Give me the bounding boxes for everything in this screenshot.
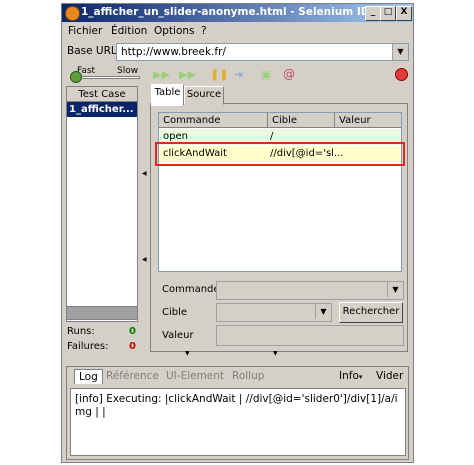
- vertical-splitter[interactable]: ◀ ◀: [142, 86, 147, 352]
- base-url-value: http://www.breek.fr/: [121, 46, 226, 58]
- speed-slow-label: Slow: [117, 66, 139, 76]
- failures-label: Failures:: [67, 341, 109, 352]
- info-menu[interactable]: Info▾: [339, 370, 362, 382]
- command-label: Commande: [162, 284, 220, 295]
- tab-log[interactable]: Log: [74, 369, 103, 384]
- play-current-icon[interactable]: ▶▶: [179, 68, 196, 81]
- find-button[interactable]: Rechercher: [339, 302, 403, 323]
- tab-ui-element[interactable]: UI-Element: [166, 370, 224, 382]
- clear-log-button[interactable]: Vider: [376, 370, 403, 382]
- test-case-panel: [66, 86, 138, 322]
- column-header-cible[interactable]: Cible: [268, 113, 335, 128]
- highlight-box: [155, 142, 405, 166]
- menu-help[interactable]: ?: [201, 25, 207, 37]
- collapse-down-icon-2[interactable]: ▼: [273, 350, 278, 357]
- step-icon[interactable]: ⇥: [234, 68, 248, 81]
- chevron-down-icon[interactable]: ▼: [392, 44, 408, 60]
- menu-edition[interactable]: Édition: [111, 25, 147, 37]
- testrunner-icon[interactable]: ▣: [261, 68, 275, 81]
- menu-fichier[interactable]: Fichier: [68, 25, 102, 37]
- minimize-button[interactable]: _: [365, 6, 381, 21]
- command-dropdown-icon[interactable]: ▼: [387, 282, 403, 297]
- base-url-label: Base URL: [67, 45, 117, 57]
- base-url-field[interactable]: http://www.breek.fr/ ▼: [116, 43, 409, 61]
- column-header-commande[interactable]: Commande: [159, 113, 268, 128]
- window-title: 1_afficher_un_slider-anonyme.html - Sele…: [81, 6, 377, 18]
- pause-icon[interactable]: ❚❚: [210, 68, 228, 81]
- tab-rollup[interactable]: Rollup: [232, 370, 264, 382]
- failures-count: 0: [129, 341, 136, 352]
- rollup-icon[interactable]: @: [283, 67, 297, 81]
- tab-table[interactable]: Table: [151, 84, 184, 106]
- value-label: Valeur: [162, 330, 194, 341]
- close-button[interactable]: X: [396, 6, 412, 21]
- column-header-valeur[interactable]: Valeur: [335, 113, 401, 128]
- horizontal-splitter[interactable]: ▼ ▼: [147, 350, 408, 358]
- toolbar: ▶▶ ▶▶ ❚❚ ⇥ ▣ @: [150, 66, 310, 83]
- command-field[interactable]: ▼: [216, 281, 404, 300]
- collapse-down-icon[interactable]: ▼: [185, 350, 190, 357]
- runs-label: Runs:: [67, 326, 95, 337]
- chevron-down-icon: ▾: [358, 373, 363, 381]
- speed-slider-handle[interactable]: [70, 71, 82, 83]
- target-dropdown-icon[interactable]: ▼: [315, 304, 331, 319]
- tab-source[interactable]: Source: [184, 86, 224, 105]
- firefox-icon: [65, 6, 80, 21]
- target-label: Cible: [162, 307, 188, 318]
- runs-count: 0: [129, 326, 136, 337]
- value-field[interactable]: [216, 325, 404, 346]
- collapse-left-icon[interactable]: ◀: [142, 170, 147, 177]
- test-case-header[interactable]: Test Case: [67, 87, 137, 102]
- test-case-item[interactable]: 1_afficher...: [67, 102, 137, 117]
- record-button[interactable]: [395, 68, 408, 81]
- menu-options[interactable]: Options: [154, 25, 195, 37]
- tab-reference[interactable]: Référence: [106, 370, 159, 382]
- title-bar[interactable]: 1_afficher_un_slider-anonyme.html - Sele…: [62, 4, 413, 22]
- maximize-button[interactable]: □: [380, 6, 396, 21]
- test-progress-bar: [66, 306, 138, 320]
- play-all-icon[interactable]: ▶▶: [153, 68, 170, 81]
- log-message: [info] Executing: |clickAndWait | //div[…: [75, 393, 398, 418]
- info-label: Info: [339, 370, 359, 382]
- target-field[interactable]: ▼: [216, 303, 332, 322]
- collapse-left-icon-2[interactable]: ◀: [142, 256, 147, 263]
